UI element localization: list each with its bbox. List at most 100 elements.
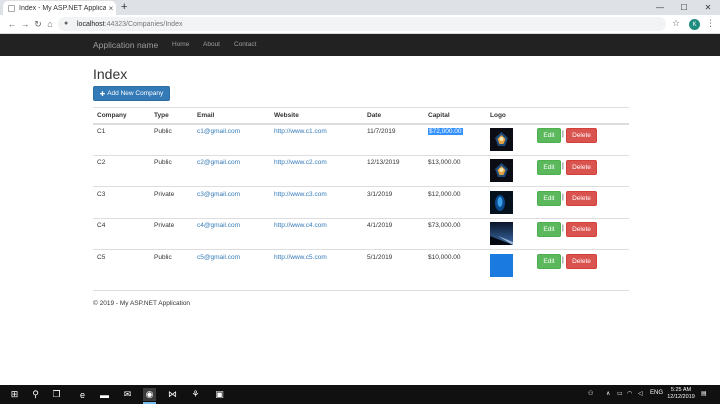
row-2-date: 12/13/2019 bbox=[367, 159, 400, 166]
column-header-company: Company bbox=[97, 112, 127, 119]
reload-icon[interactable]: ↻ bbox=[32, 18, 44, 30]
tab-title: Index - My ASP.NET Application bbox=[19, 4, 106, 12]
column-header-type: Type bbox=[154, 112, 169, 119]
row-1-website-link[interactable]: http://www.c1.com bbox=[274, 128, 327, 135]
page-title: Index bbox=[93, 66, 128, 82]
row-3-date: 3/1/2019 bbox=[367, 191, 393, 198]
tab-close-icon[interactable]: × bbox=[106, 4, 116, 13]
row-5-delete-button[interactable]: Delete bbox=[566, 254, 597, 269]
row-3-delete-button[interactable]: Delete bbox=[566, 191, 597, 206]
row-2-company: C2 bbox=[97, 159, 106, 166]
row-2-website-link[interactable]: http://www.c2.com bbox=[274, 159, 327, 166]
row-1-date: 11/7/2019 bbox=[367, 128, 396, 135]
row-3-logo-image bbox=[490, 191, 513, 214]
edge-browser-icon[interactable]: e bbox=[76, 388, 89, 401]
lock-icon: ● bbox=[64, 19, 69, 27]
row-5-edit-button[interactable]: Edit bbox=[537, 254, 561, 269]
brand-link[interactable]: Application name bbox=[93, 40, 158, 50]
row-3-capital: $12,000.00 bbox=[428, 191, 461, 198]
column-header-email: Email bbox=[197, 112, 215, 119]
column-header-capital: Capital bbox=[428, 112, 450, 119]
row-5-separator: | bbox=[562, 257, 564, 264]
file-explorer-icon[interactable]: ▬ bbox=[98, 388, 111, 401]
new-tab-button[interactable]: + bbox=[121, 1, 127, 14]
minimize-button[interactable]: — bbox=[648, 0, 672, 15]
table-header-border bbox=[93, 123, 629, 125]
taskbar-clock[interactable]: 5:25 AM 12/12/2019 bbox=[666, 387, 696, 401]
row-4-type: Private bbox=[154, 222, 175, 229]
row-1-capital: $72,000.00 bbox=[428, 128, 463, 135]
maximize-button[interactable]: ☐ bbox=[672, 0, 696, 15]
row-divider bbox=[93, 249, 629, 250]
back-icon[interactable]: ← bbox=[6, 18, 18, 30]
chrome-icon[interactable]: ◉ bbox=[143, 388, 156, 404]
add-company-button[interactable]: ✚ Add New Company bbox=[93, 86, 170, 101]
row-2-capital: $13,000.00 bbox=[428, 159, 461, 166]
visual-studio-icon[interactable]: ⋈ bbox=[166, 388, 179, 401]
row-5-date: 5/1/2019 bbox=[367, 254, 393, 261]
row-4-edit-button[interactable]: Edit bbox=[537, 222, 561, 237]
row-2-delete-button[interactable]: Delete bbox=[566, 160, 597, 175]
row-4-email-link[interactable]: c4@gmail.com bbox=[197, 222, 240, 229]
row-4-delete-button[interactable]: Delete bbox=[566, 222, 597, 237]
column-header-logo: Logo bbox=[490, 112, 506, 119]
row-4-website-link[interactable]: http://www.c4.com bbox=[274, 222, 327, 229]
row-4-date: 4/1/2019 bbox=[367, 222, 393, 229]
profile-avatar[interactable]: K bbox=[689, 19, 700, 30]
nav-contact-link[interactable]: Contact bbox=[234, 41, 256, 48]
row-2-email-link[interactable]: c2@gmail.com bbox=[197, 159, 240, 166]
url-host: localhost bbox=[77, 20, 105, 28]
plus-icon: ✚ bbox=[99, 90, 106, 98]
chevron-up-icon[interactable]: ∧ bbox=[606, 390, 610, 397]
python-icon[interactable]: ⚘ bbox=[189, 388, 202, 401]
footer-divider bbox=[93, 290, 629, 291]
row-4-company: C4 bbox=[97, 222, 106, 229]
search-icon[interactable]: ⚲ bbox=[29, 388, 42, 401]
row-4-logo-image bbox=[490, 222, 513, 245]
row-1-separator: | bbox=[562, 131, 564, 138]
footer-copyright: © 2019 - My ASP.NET Application bbox=[93, 300, 191, 307]
row-3-email-link[interactable]: c3@gmail.com bbox=[197, 191, 240, 198]
clock-time: 5:25 AM bbox=[670, 387, 692, 393]
row-1-delete-button[interactable]: Delete bbox=[566, 128, 597, 143]
row-2-edit-button[interactable]: Edit bbox=[537, 160, 561, 175]
nav-home-link[interactable]: Home bbox=[172, 41, 189, 48]
row-5-company: C5 bbox=[97, 254, 106, 261]
app-window-icon[interactable]: ▣ bbox=[213, 388, 226, 401]
row-3-edit-button[interactable]: Edit bbox=[537, 191, 561, 206]
column-header-date: Date bbox=[367, 112, 382, 119]
bookmark-star-icon[interactable]: ☆ bbox=[672, 18, 680, 29]
row-1-email-link[interactable]: c1@gmail.com bbox=[197, 128, 240, 135]
notification-icon[interactable]: ▤ bbox=[701, 390, 707, 397]
row-3-company: C3 bbox=[97, 191, 106, 198]
mail-icon[interactable]: ✉ bbox=[121, 388, 134, 401]
nav-about-link[interactable]: About bbox=[203, 41, 220, 48]
row-1-company: C1 bbox=[97, 128, 106, 135]
forward-icon[interactable]: → bbox=[19, 18, 31, 30]
row-3-website-link[interactable]: http://www.c3.com bbox=[274, 191, 327, 198]
add-company-label: Add New Company bbox=[107, 90, 164, 97]
row-1-edit-button[interactable]: Edit bbox=[537, 128, 561, 143]
browser-tab[interactable]: Index - My ASP.NET Application × bbox=[3, 1, 116, 15]
page-favicon-icon bbox=[8, 4, 15, 12]
row-4-separator: | bbox=[562, 225, 564, 232]
row-divider bbox=[93, 186, 629, 187]
wifi-icon[interactable]: ◠ bbox=[627, 390, 632, 397]
language-indicator[interactable]: ENG bbox=[650, 390, 663, 396]
browser-toolbar: ← → ↻ ⌂ ● localhost:44323/Companies/Inde… bbox=[0, 15, 720, 34]
row-5-email-link[interactable]: c5@gmail.com bbox=[197, 254, 240, 261]
close-window-button[interactable]: ✕ bbox=[696, 0, 720, 15]
app-navbar: Application name Home About Contact bbox=[0, 34, 720, 56]
volume-icon[interactable]: ◁ bbox=[638, 390, 643, 397]
windows-start-icon[interactable]: ⊞ bbox=[8, 388, 21, 401]
people-icon[interactable]: ⚇ bbox=[588, 390, 593, 397]
row-divider bbox=[93, 218, 629, 219]
address-bar[interactable]: ● localhost:44323/Companies/Index bbox=[58, 17, 666, 31]
row-5-website-link[interactable]: http://www.c5.com bbox=[274, 254, 327, 261]
battery-icon[interactable]: ▭ bbox=[617, 390, 623, 397]
browser-menu-icon[interactable]: ⋮ bbox=[706, 18, 715, 29]
task-view-icon[interactable]: ❐ bbox=[50, 388, 63, 401]
row-2-logo-image bbox=[490, 159, 513, 182]
browser-tab-strip: Index - My ASP.NET Application × + — ☐ ✕ bbox=[0, 0, 720, 15]
home-icon[interactable]: ⌂ bbox=[44, 18, 56, 30]
